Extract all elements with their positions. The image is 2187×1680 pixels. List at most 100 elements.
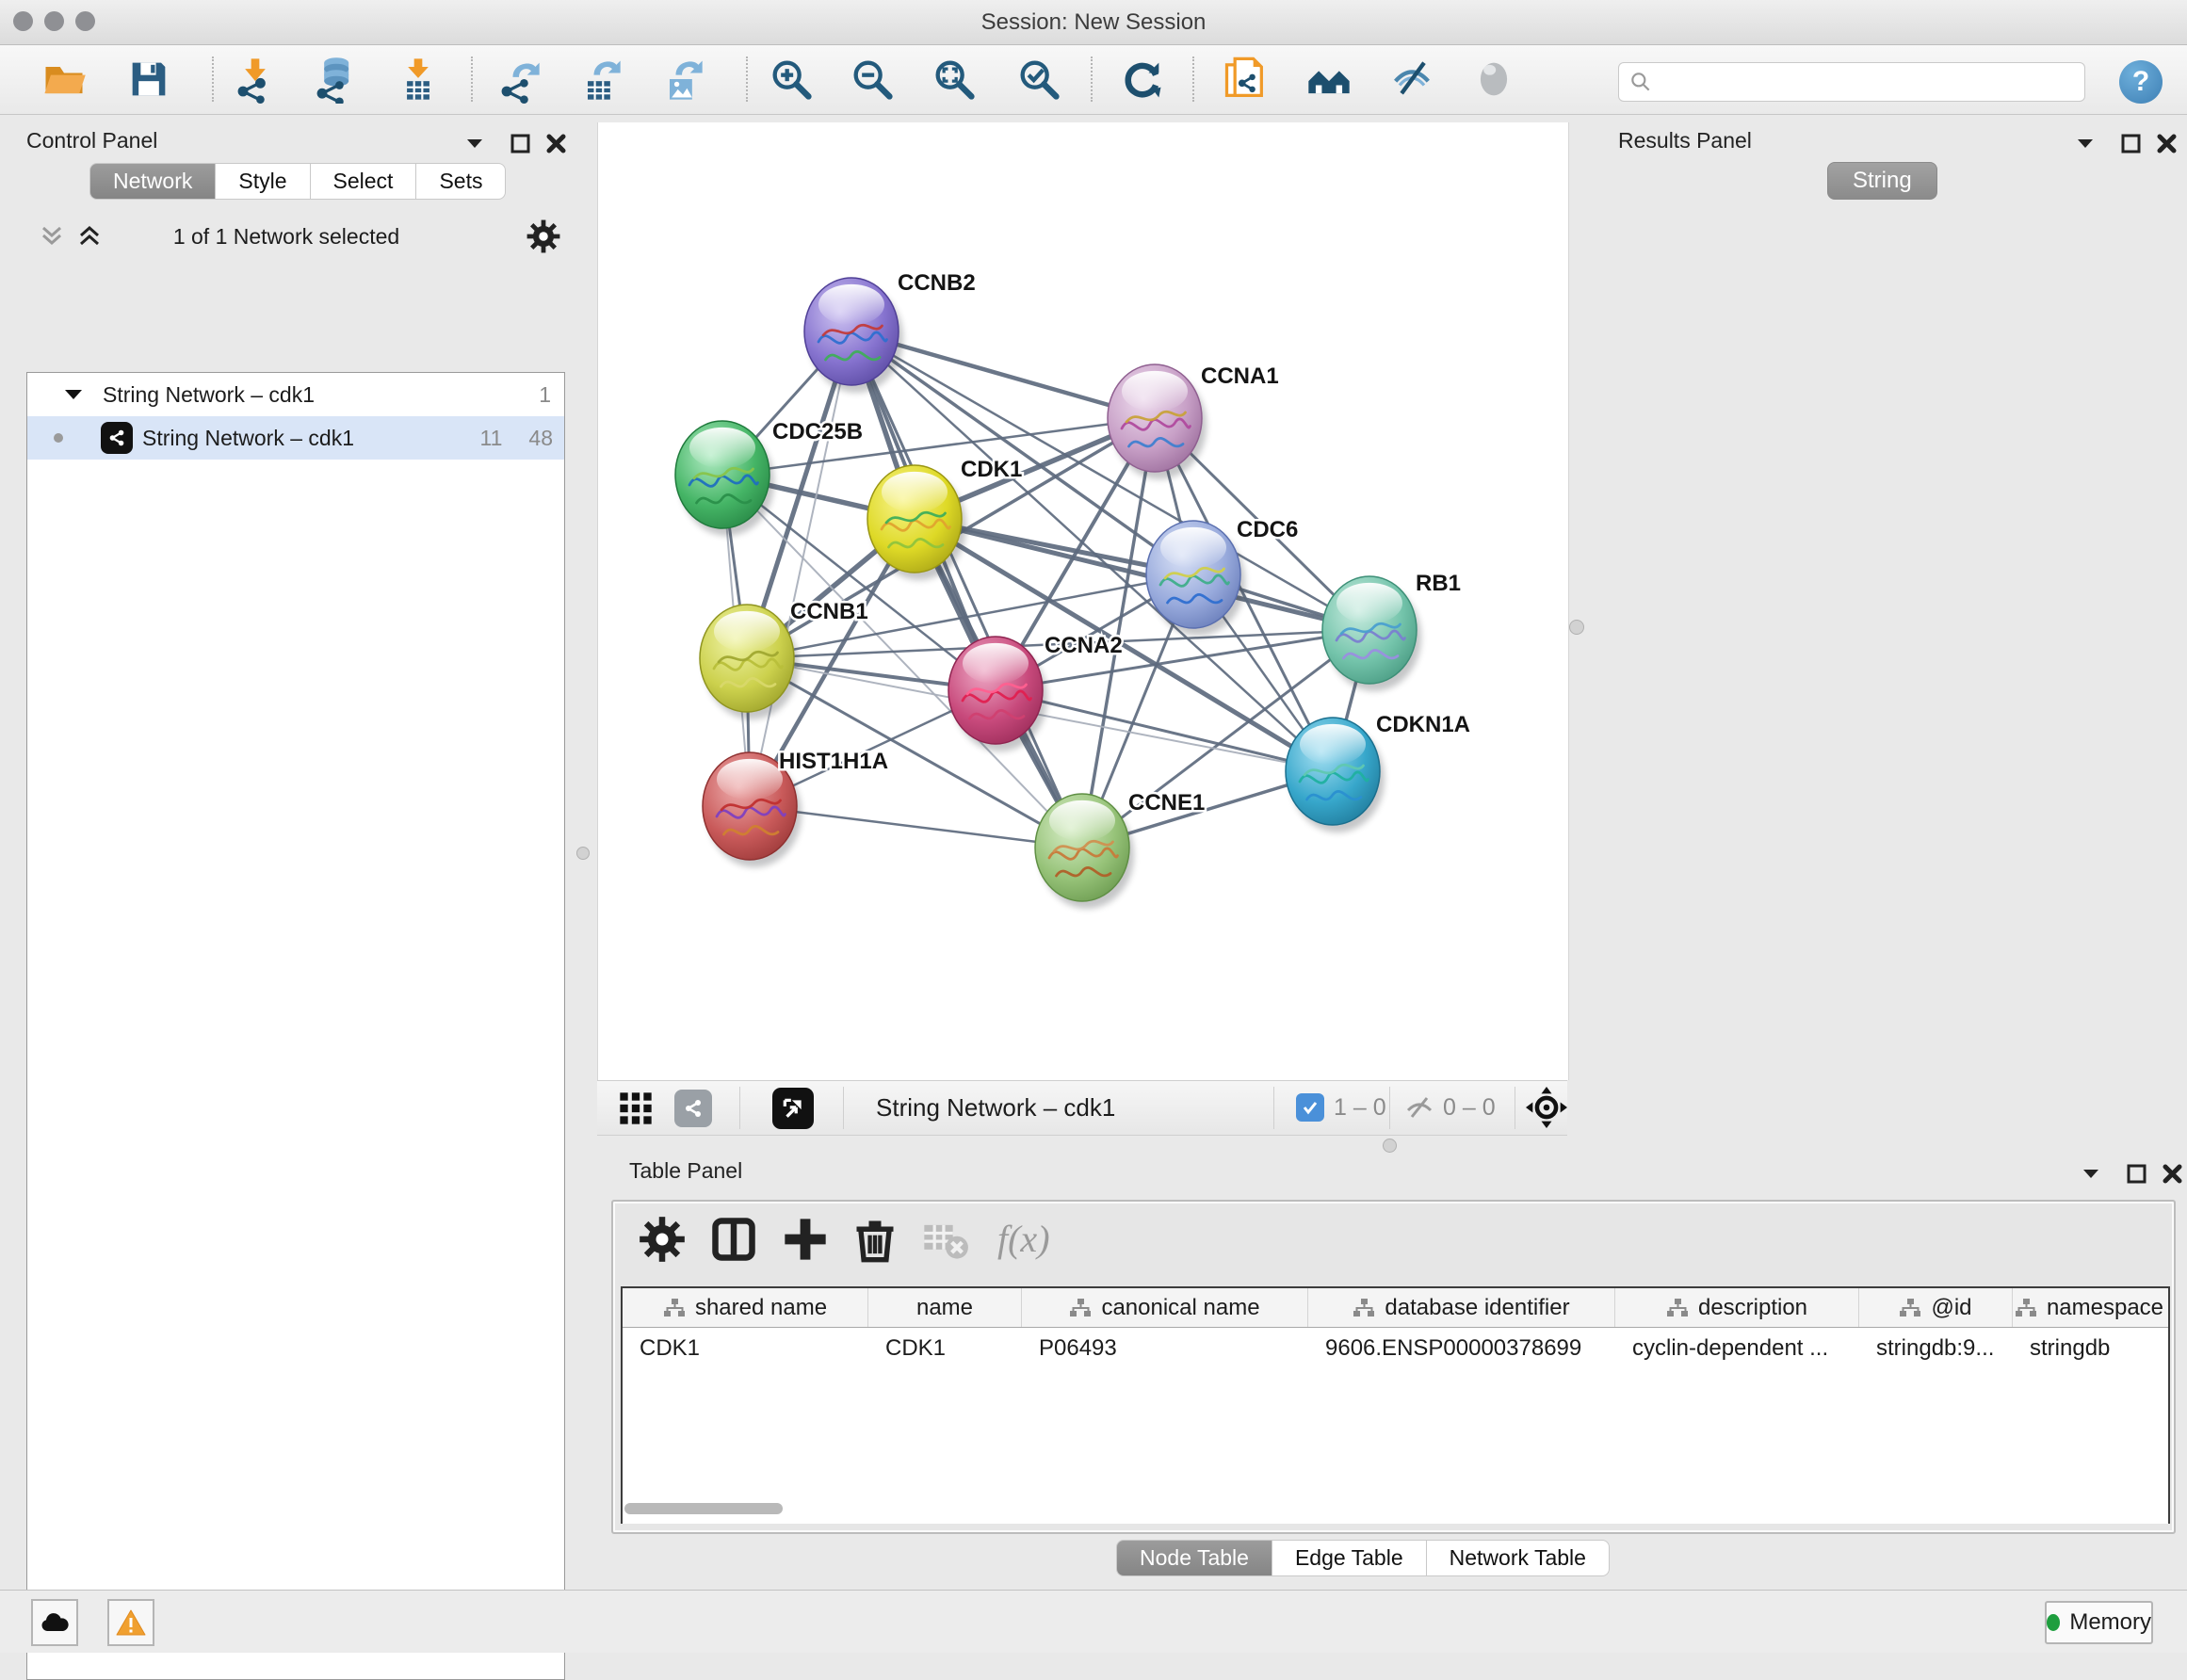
node-RB1[interactable] [1322, 576, 1421, 691]
tab-style[interactable]: Style [216, 163, 310, 200]
delete-table-icon[interactable] [920, 1215, 969, 1264]
cell-canonical-name[interactable]: P06493 [1022, 1328, 1308, 1367]
cell-shared-name[interactable]: CDK1 [623, 1328, 868, 1367]
node-label-CDC25B: CDC25B [772, 419, 863, 444]
help-button[interactable]: ? [2119, 60, 2163, 104]
float-panel-icon[interactable] [507, 132, 535, 156]
cell-namespace[interactable]: stringdb [2013, 1328, 2165, 1367]
clone-network-icon[interactable] [1221, 55, 1270, 104]
panel-menu-icon[interactable] [2078, 1162, 2106, 1187]
zoom-in-icon[interactable] [767, 55, 816, 104]
hide-selected-icon[interactable] [1387, 55, 1436, 104]
network-row-selected[interactable]: String Network – cdk1 11 48 [27, 416, 564, 460]
close-panel-icon[interactable] [2153, 132, 2181, 156]
show-columns-icon[interactable] [709, 1215, 758, 1264]
edge-count: 48 [528, 426, 553, 451]
export-table-icon[interactable] [575, 55, 624, 104]
graphics-detail-icon[interactable] [1469, 55, 1518, 104]
birdseye-view-icon[interactable] [772, 1088, 814, 1129]
bottom-splitter-handle[interactable] [1383, 1139, 1397, 1153]
close-panel-icon[interactable] [543, 132, 571, 156]
network-options-gear-icon[interactable] [526, 218, 561, 254]
cell-id[interactable]: stringdb:9... [1859, 1328, 2013, 1367]
tab-edge-table[interactable]: Edge Table [1272, 1540, 1427, 1576]
tab-select[interactable]: Select [311, 163, 417, 200]
network-view[interactable]: CCNB2CCNA1CDC25BCDK1CDC6RB1CCNB1CCNA2CDK… [597, 122, 1569, 1080]
node-CCNB2[interactable] [804, 278, 903, 393]
refresh-icon[interactable] [1118, 55, 1167, 104]
node-label-CCNA1: CCNA1 [1201, 363, 1279, 389]
grid-view-icon[interactable] [617, 1090, 655, 1127]
node-table[interactable]: shared name name canonical name database… [621, 1286, 2170, 1524]
memory-button[interactable]: Memory [2045, 1601, 2153, 1644]
node-CCNE1[interactable] [1035, 794, 1134, 909]
cell-database-identifier[interactable]: 9606.ENSP00000378699 [1308, 1328, 1615, 1367]
zoom-fit-icon[interactable] [930, 55, 979, 104]
footer-divider [739, 1087, 740, 1129]
export-network-icon[interactable] [494, 55, 543, 104]
export-image-icon[interactable] [657, 55, 706, 104]
network-canvas[interactable]: CCNB2CCNA1CDC25BCDK1CDC6RB1CCNB1CCNA2CDK… [598, 122, 1568, 1080]
disclosure-triangle-icon[interactable] [61, 384, 86, 405]
edge-CCNB2-HIST1H1A[interactable] [750, 331, 851, 806]
table-options-gear-icon[interactable] [638, 1215, 687, 1264]
node-CDC6[interactable] [1146, 521, 1245, 636]
network-collection-row[interactable]: String Network – cdk1 1 [27, 373, 564, 416]
open-session-icon[interactable] [40, 55, 89, 104]
selected-checkbox-icon[interactable] [1296, 1093, 1324, 1122]
tab-string[interactable]: String [1827, 162, 1937, 200]
node-label-CDK1: CDK1 [961, 457, 1022, 482]
node-CDC25B[interactable] [675, 421, 774, 536]
column-header[interactable]: name [868, 1288, 1022, 1327]
table-header-row: shared name name canonical name database… [623, 1288, 2168, 1328]
column-header[interactable]: description [1615, 1288, 1859, 1327]
add-column-icon[interactable] [781, 1215, 830, 1264]
share-network-icon[interactable] [674, 1090, 712, 1127]
node-CCNB1[interactable] [700, 605, 799, 719]
right-splitter-handle[interactable] [1569, 620, 1584, 635]
cell-name[interactable]: CDK1 [868, 1328, 1022, 1367]
cloud-button[interactable] [31, 1599, 78, 1646]
cell-description[interactable]: cyclin-dependent ... [1615, 1328, 1859, 1367]
column-header[interactable]: canonical name [1022, 1288, 1308, 1327]
fit-content-crosshair-icon[interactable] [1526, 1087, 1567, 1128]
horizontal-scrollbar[interactable] [624, 1503, 783, 1514]
float-panel-icon[interactable] [2123, 1162, 2151, 1187]
network-label: String Network – cdk1 [142, 426, 354, 451]
network-icon [101, 422, 133, 454]
tab-network-table[interactable]: Network Table [1427, 1540, 1610, 1576]
import-network-icon[interactable] [231, 55, 280, 104]
column-header[interactable]: @id [1859, 1288, 2013, 1327]
column-header[interactable]: shared name [623, 1288, 868, 1327]
node-CCNA1[interactable] [1108, 364, 1207, 479]
panel-menu-icon[interactable] [462, 132, 490, 156]
node-CDK1[interactable] [867, 465, 966, 580]
node-CDKN1A[interactable] [1286, 718, 1385, 832]
node-CCNA2[interactable] [948, 637, 1047, 751]
warning-button[interactable] [107, 1599, 154, 1646]
search-input[interactable] [1653, 69, 2062, 95]
function-builder-icon[interactable]: f(x) [997, 1217, 1050, 1261]
left-splitter-handle[interactable] [576, 847, 590, 860]
panel-menu-icon[interactable] [2072, 132, 2100, 156]
delete-column-icon[interactable] [850, 1215, 899, 1264]
column-header[interactable]: namespace [2013, 1288, 2165, 1327]
import-table-icon[interactable] [394, 55, 443, 104]
column-header[interactable]: database identifier [1308, 1288, 1615, 1327]
import-database-icon[interactable] [310, 55, 359, 104]
tab-sets[interactable]: Sets [416, 163, 506, 200]
first-neighbors-icon[interactable] [1304, 55, 1353, 104]
memory-label: Memory [2069, 1609, 2151, 1636]
search-field[interactable] [1618, 62, 2085, 102]
save-session-icon[interactable] [124, 55, 173, 104]
close-panel-icon[interactable] [2159, 1162, 2187, 1187]
zoom-out-icon[interactable] [848, 55, 897, 104]
float-panel-icon[interactable] [2117, 132, 2146, 156]
node-label-RB1: RB1 [1416, 571, 1461, 596]
tab-node-table[interactable]: Node Table [1116, 1540, 1272, 1576]
zoom-selected-icon[interactable] [1014, 55, 1063, 104]
toolbar-separator [1192, 57, 1194, 102]
tab-network[interactable]: Network [89, 163, 216, 200]
hidden-eye-icon[interactable] [1403, 1093, 1435, 1122]
table-row[interactable]: CDK1 CDK1 P06493 9606.ENSP00000378699 cy… [623, 1328, 2168, 1367]
